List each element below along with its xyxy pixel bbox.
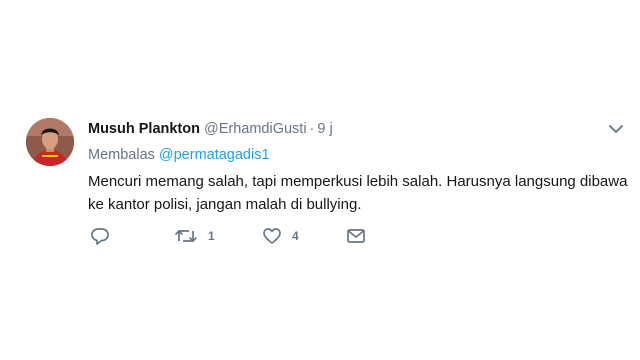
reply-prefix: Membalas [88, 147, 155, 163]
tweet-timestamp[interactable]: 9 j [317, 121, 332, 137]
like-count: 4 [292, 229, 299, 243]
avatar[interactable] [26, 118, 74, 166]
display-name[interactable]: Musuh Plankton [88, 121, 200, 137]
reply-button[interactable] [90, 226, 110, 246]
tweet-header: Musuh Plankton @ErhamdiGusti · 9 j [88, 120, 333, 138]
reply-icon [90, 226, 110, 246]
envelope-icon [346, 226, 366, 246]
tweet-text-line: Mencuri memang salah, tapi memperkusi le… [88, 173, 628, 190]
reply-context: Membalas @permatagadis1 [88, 146, 270, 164]
tweet-text: Mencuri memang salah, tapi memperkusi le… [88, 170, 628, 216]
chevron-down-icon[interactable] [607, 122, 625, 136]
user-handle[interactable]: @ErhamdiGusti [204, 121, 307, 137]
tweet: Musuh Plankton @ErhamdiGusti · 9 j Membalas… [0, 0, 640, 360]
separator-dot: · [309, 121, 315, 137]
retweet-count: 1 [208, 229, 215, 243]
heart-icon [262, 226, 282, 246]
reply-mention-link[interactable]: @permatagadis1 [159, 147, 270, 163]
tweet-text-line: ke kantor polisi, jangan malah di bullyi… [88, 196, 362, 213]
like-button[interactable]: 4 [262, 226, 299, 246]
retweet-button[interactable]: 1 [174, 226, 215, 246]
retweet-icon [174, 226, 198, 246]
direct-message-button[interactable] [346, 226, 366, 246]
